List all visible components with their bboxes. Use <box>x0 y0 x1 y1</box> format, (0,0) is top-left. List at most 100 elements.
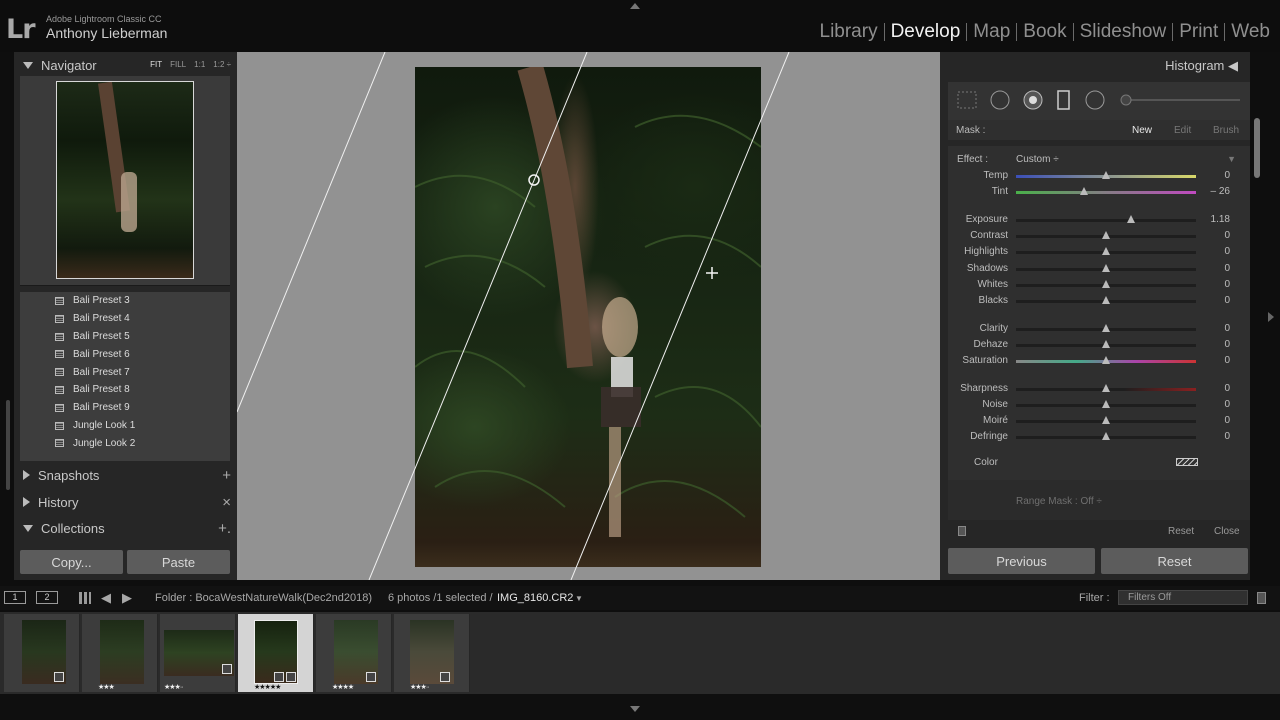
slider-thumb[interactable] <box>1102 324 1110 332</box>
slider-track[interactable] <box>1016 247 1196 255</box>
spot-removal-icon[interactable] <box>990 90 1010 110</box>
filter-lock-icon[interactable] <box>1257 592 1266 604</box>
radial-filter-icon[interactable] <box>1085 90 1105 110</box>
module-map[interactable]: Map <box>967 21 1016 43</box>
color-swatch-icon[interactable] <box>1176 458 1198 466</box>
slider-track[interactable] <box>1016 384 1196 392</box>
mask-close-button[interactable]: Close <box>1214 526 1240 537</box>
preset-item[interactable]: Bali Preset 4 <box>20 310 230 328</box>
preset-item[interactable]: Bali Preset 9 <box>20 399 230 417</box>
history-header[interactable]: History × <box>14 489 237 515</box>
slider-sharpness[interactable]: Sharpness 0 <box>948 382 1250 396</box>
main-monitor-button[interactable]: 1 <box>4 591 26 604</box>
zoom-fill[interactable]: FILL <box>170 60 186 69</box>
slider-track[interactable] <box>1016 416 1196 424</box>
slider-track[interactable] <box>1016 432 1196 440</box>
slider-thumb[interactable] <box>1102 264 1110 272</box>
slider-track[interactable] <box>1016 231 1196 239</box>
slider-thumb[interactable] <box>1127 215 1136 223</box>
slider-tint[interactable]: Tint – 26 <box>948 185 1250 199</box>
slider-value[interactable]: 0 <box>1224 415 1230 426</box>
slider-value[interactable]: 0 <box>1224 323 1230 334</box>
slider-value[interactable]: 0 <box>1224 230 1230 241</box>
slider-track[interactable] <box>1016 356 1196 364</box>
top-panel-toggle-icon[interactable] <box>630 3 640 9</box>
module-book[interactable]: Book <box>1017 21 1072 43</box>
slider-value[interactable]: 0 <box>1224 355 1230 366</box>
brush-size-thumb[interactable] <box>1120 94 1132 106</box>
rating-stars[interactable]: ★★★★ <box>332 683 354 691</box>
gradient-center-line[interactable] <box>368 52 588 580</box>
right-panel-toggle-icon[interactable] <box>1268 312 1274 322</box>
copy-button[interactable]: Copy... <box>20 550 123 574</box>
navigator-preview[interactable] <box>20 76 230 286</box>
slider-track[interactable] <box>1016 215 1196 223</box>
filename-dropdown-icon[interactable]: ▼ <box>575 594 583 603</box>
folder-path[interactable]: Folder : BocaWestNatureWalk(Dec2nd2018) <box>155 592 372 604</box>
slider-saturation[interactable]: Saturation 0 <box>948 354 1250 368</box>
slider-track[interactable] <box>1016 187 1196 195</box>
right-panel-scrollbar[interactable] <box>1254 118 1260 178</box>
module-print[interactable]: Print <box>1173 21 1224 43</box>
slider-value[interactable]: 0 <box>1224 295 1230 306</box>
slider-clarity[interactable]: Clarity 0 <box>948 322 1250 336</box>
preset-item[interactable]: Jungle Look 2 <box>20 434 230 452</box>
filmstrip-cell[interactable]: ★★★·· <box>394 614 470 692</box>
slider-temp[interactable]: Temp 0 <box>948 169 1250 183</box>
rating-stars[interactable]: ★★★★★ <box>254 683 281 691</box>
module-web[interactable]: Web <box>1225 21 1270 43</box>
effect-menu-icon[interactable]: ▼ <box>1227 154 1236 164</box>
slider-value[interactable]: 0 <box>1224 246 1230 257</box>
slider-track[interactable] <box>1016 340 1196 348</box>
preset-item[interactable]: Bali Preset 6 <box>20 345 230 363</box>
filmstrip-cell[interactable]: ★★★ <box>82 614 158 692</box>
filmstrip-cell-selected[interactable]: ★★★★★ <box>238 614 314 692</box>
effect-value[interactable]: Custom ÷ <box>1016 154 1059 165</box>
slider-thumb[interactable] <box>1102 171 1110 179</box>
slider-thumb[interactable] <box>1102 400 1110 408</box>
slider-value[interactable]: 0 <box>1224 383 1230 394</box>
range-mask-label[interactable]: Range Mask : Off ÷ <box>1016 496 1102 507</box>
graduated-filter-overlay[interactable] <box>237 52 940 580</box>
slider-contrast[interactable]: Contrast 0 <box>948 229 1250 243</box>
selected-filename[interactable]: IMG_8160.CR2 <box>497 592 573 604</box>
zoom-fit[interactable]: FIT <box>150 60 162 69</box>
filter-select[interactable]: Filters Off <box>1118 590 1248 605</box>
slider-highlights[interactable]: Highlights 0 <box>948 245 1250 259</box>
slider-thumb[interactable] <box>1080 187 1089 195</box>
slider-value[interactable]: 0 <box>1224 263 1230 274</box>
slider-track[interactable] <box>1016 280 1196 288</box>
slider-moir[interactable]: Moiré 0 <box>948 414 1250 428</box>
reset-button[interactable]: Reset <box>1101 548 1248 574</box>
slider-thumb[interactable] <box>1102 340 1110 348</box>
slider-value[interactable]: 1.18 <box>1211 214 1230 225</box>
preset-item[interactable]: Jungle Look 1 <box>20 417 230 435</box>
module-slideshow[interactable]: Slideshow <box>1074 21 1173 43</box>
slider-thumb[interactable] <box>1102 432 1110 440</box>
slider-shadows[interactable]: Shadows 0 <box>948 262 1250 276</box>
preset-item[interactable]: Bali Preset 5 <box>20 328 230 346</box>
rating-stars[interactable]: ★★★ <box>98 683 115 691</box>
slider-noise[interactable]: Noise 0 <box>948 398 1250 412</box>
filmstrip-cell[interactable]: ★★★·· <box>160 614 236 692</box>
add-collection-icon[interactable]: +. <box>218 520 231 537</box>
slider-thumb[interactable] <box>1102 416 1110 424</box>
collections-header[interactable]: Collections +. <box>14 515 237 541</box>
slider-track[interactable] <box>1016 296 1196 304</box>
filmstrip-cell[interactable]: ★★★★ <box>316 614 392 692</box>
filmstrip-cell[interactable] <box>4 614 80 692</box>
slider-defringe[interactable]: Defringe 0 <box>948 430 1250 444</box>
color-row[interactable]: Color <box>948 456 1250 470</box>
slider-track[interactable] <box>1016 324 1196 332</box>
gradient-start-line[interactable] <box>237 52 386 413</box>
rating-stars[interactable]: ★★★·· <box>410 683 429 691</box>
slider-track[interactable] <box>1016 264 1196 272</box>
previous-button[interactable]: Previous <box>948 548 1095 574</box>
add-snapshot-icon[interactable]: + <box>222 467 231 484</box>
slider-dehaze[interactable]: Dehaze 0 <box>948 338 1250 352</box>
slider-value[interactable]: – 26 <box>1211 186 1230 197</box>
slider-value[interactable]: 0 <box>1224 339 1230 350</box>
slider-value[interactable]: 0 <box>1224 279 1230 290</box>
slider-value[interactable]: 0 <box>1224 431 1230 442</box>
module-develop[interactable]: Develop <box>885 21 967 43</box>
